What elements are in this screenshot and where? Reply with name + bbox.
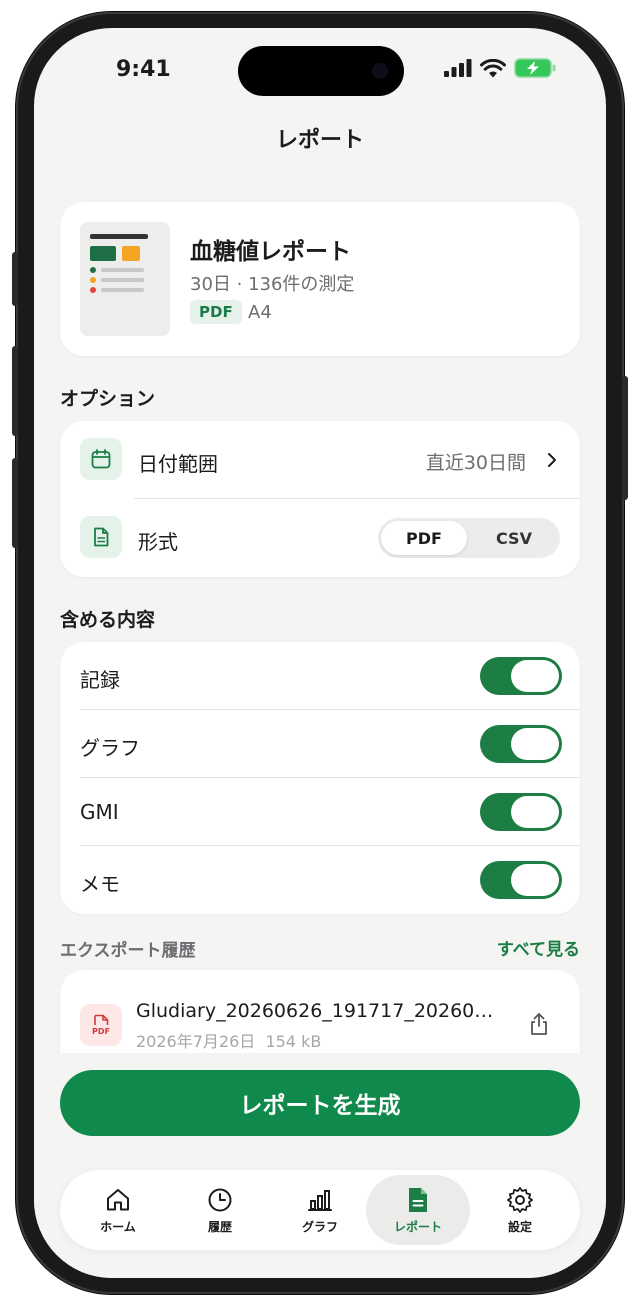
tab-label: ホーム <box>100 1219 136 1234</box>
tab-settings[interactable]: 設定 <box>468 1175 572 1245</box>
include-section-title: 含める内容 <box>60 609 156 631</box>
volume-down-button <box>12 458 18 548</box>
report-summary-card: 血糖値レポート 30日 · 136件の測定 PDF A4 <box>60 202 580 356</box>
clock-icon <box>208 1188 232 1211</box>
pdf-file-icon: PDF <box>80 1004 122 1046</box>
chevron-right-icon <box>548 453 556 467</box>
records-toggle[interactable] <box>480 657 562 695</box>
action-button <box>12 252 18 306</box>
memo-toggle[interactable] <box>480 861 562 899</box>
include-row-gmi: GMI <box>60 778 580 846</box>
options-card: 日付範囲 直近30日間 形式 PDF CSV <box>60 421 580 577</box>
volume-up-button <box>12 346 18 436</box>
include-row-graph: グラフ <box>60 710 580 778</box>
tab-label: 履歴 <box>207 1219 232 1234</box>
tab-label: グラフ <box>301 1219 338 1234</box>
pdf-file-icon-label: PDF <box>92 1027 110 1036</box>
format-badge: PDF <box>190 300 242 324</box>
date-range-value: 直近30日間 <box>425 452 526 474</box>
dynamic-island <box>238 46 404 96</box>
graph-toggle[interactable] <box>480 725 562 763</box>
options-section-title: オプション <box>60 388 156 410</box>
include-row-memo: メモ <box>60 846 580 914</box>
bottom-bar: レポートを生成 ホーム 履歴 グラフ レポート 設定 <box>34 1053 606 1278</box>
report-thumbnail <box>80 222 170 336</box>
tab-label: レポート <box>393 1219 442 1234</box>
wifi-icon <box>480 58 506 77</box>
format-label: 形式 <box>138 530 178 554</box>
see-all-link[interactable]: すべて見る <box>497 935 580 960</box>
include-label: 記録 <box>80 668 120 692</box>
history-file-size: 154 kB <box>265 1032 322 1051</box>
gear-icon <box>507 1186 533 1213</box>
document-icon <box>409 1187 427 1212</box>
history-section-title: エクスポート履歴 <box>60 941 196 961</box>
calendar-icon <box>80 438 122 480</box>
date-range-label: 日付範囲 <box>138 452 218 476</box>
home-icon <box>107 1188 129 1210</box>
include-card: 記録 グラフ GMI メモ <box>60 642 580 914</box>
status-icons <box>444 58 556 78</box>
format-segmented-control: PDF CSV <box>378 518 560 558</box>
tab-graph[interactable]: グラフ <box>268 1175 372 1245</box>
include-row-records: 記録 <box>60 642 580 710</box>
format-option-pdf[interactable]: PDF <box>381 521 467 555</box>
history-header: エクスポート履歴 すべて見る <box>60 934 580 961</box>
tab-home[interactable]: ホーム <box>66 1175 170 1245</box>
bar-chart-icon <box>308 1189 332 1211</box>
format-row: 形式 PDF CSV <box>60 499 580 577</box>
history-file-name: Gludiary_20260626_191717_20260… <box>136 1000 494 1022</box>
paper-size: A4 <box>248 302 272 323</box>
date-range-row[interactable]: 日付範囲 直近30日間 <box>60 421 580 499</box>
format-option-csv[interactable]: CSV <box>471 521 557 555</box>
generate-report-button[interactable]: レポートを生成 <box>60 1070 580 1136</box>
report-title: 血糖値レポート <box>190 239 351 265</box>
screen: 9:41 レポート 血糖値レポート 30日 · 136件の測定 PDF A4 オ… <box>34 28 606 1278</box>
tab-bar: ホーム 履歴 グラフ レポート 設定 <box>60 1170 580 1250</box>
document-icon <box>80 516 122 558</box>
share-icon[interactable] <box>528 1012 550 1036</box>
signal-icon <box>444 59 472 77</box>
gmi-toggle[interactable] <box>480 793 562 831</box>
tab-report[interactable]: レポート <box>366 1175 470 1245</box>
status-time: 9:41 <box>116 57 171 82</box>
battery-charging-icon <box>514 58 556 78</box>
include-label: メモ <box>80 872 120 896</box>
include-label: GMI <box>80 800 119 824</box>
history-file-date: 2026年7月26日 <box>136 1032 256 1051</box>
include-label: グラフ <box>80 736 140 760</box>
history-file-meta: 2026年7月26日 154 kB <box>136 1028 321 1052</box>
tab-history[interactable]: 履歴 <box>168 1175 272 1245</box>
power-button <box>622 376 628 500</box>
report-meta: 30日 · 136件の測定 <box>190 274 355 295</box>
tab-label: 設定 <box>507 1219 532 1234</box>
page-title: レポート <box>275 128 364 153</box>
